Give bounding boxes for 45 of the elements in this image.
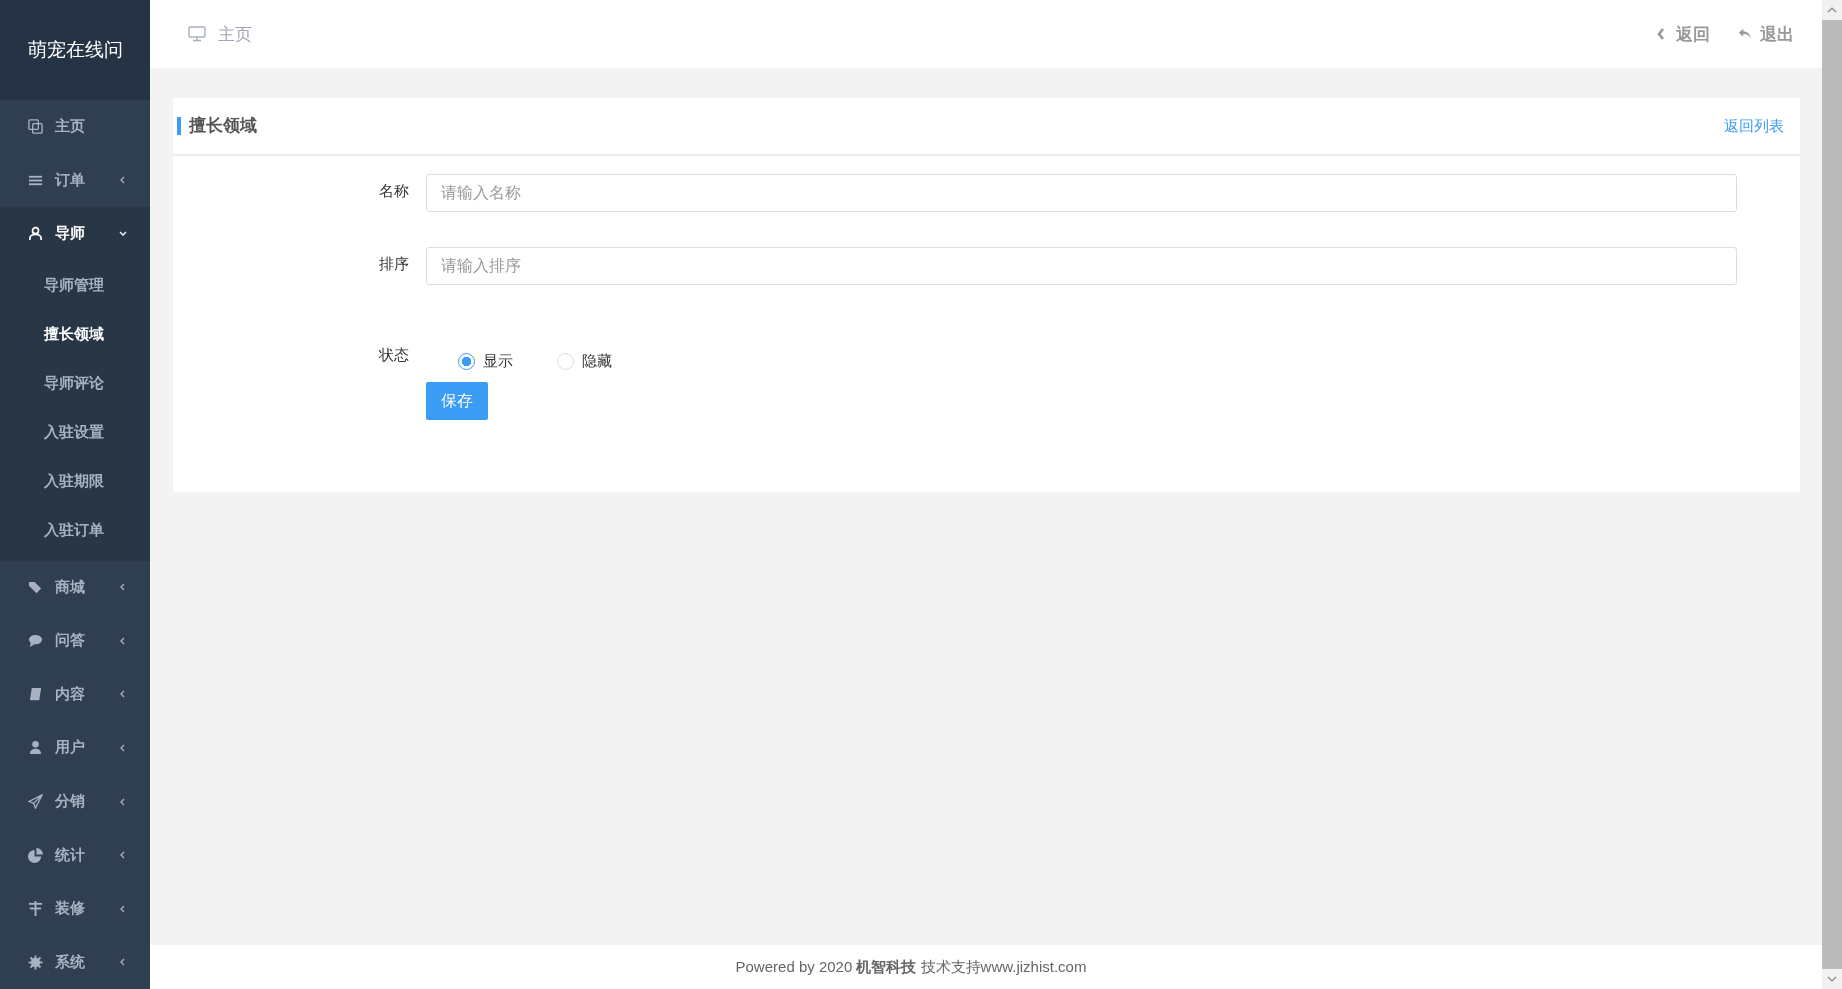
field-label: 排序: [378, 255, 410, 274]
sidebar-item[interactable]: 导师: [0, 207, 150, 261]
sidebar-item[interactable]: 商城: [0, 560, 150, 615]
app-logo-text: 萌宠在线问: [0, 0, 150, 100]
sign-icon: [28, 901, 43, 917]
copy-icon: [28, 119, 43, 135]
sidebar-subitem[interactable]: 入驻设置: [0, 407, 150, 457]
monitor-icon: [188, 26, 206, 42]
chat-icon: [28, 633, 43, 649]
radio-option[interactable]: 显示: [458, 351, 513, 371]
radio-option[interactable]: 隐藏: [557, 351, 612, 371]
save-button[interactable]: 保存: [426, 382, 488, 420]
sidebar-item[interactable]: 装修: [0, 881, 150, 936]
sidebar-item[interactable]: 主页: [0, 99, 150, 154]
sidebar-item[interactable]: 系统: [0, 935, 150, 989]
sidebar-item[interactable]: 统计: [0, 828, 150, 882]
field-label: 名称: [378, 182, 410, 201]
radio-button[interactable]: [458, 352, 475, 370]
sidebar-subitem[interactable]: 入驻期限: [0, 456, 150, 506]
sidebar-subitem[interactable]: 擅长领域: [0, 309, 150, 359]
input-field[interactable]: 请输入排序: [426, 247, 1737, 285]
card-title: 擅长领域: [177, 117, 257, 135]
footer-text: Powered by 2020 机智科技 技术支持www.jizhist.com: [735, 957, 1087, 977]
book-icon: [28, 686, 43, 702]
scrollbar[interactable]: [1822, 0, 1842, 989]
user-icon: [28, 740, 43, 756]
sidebar-item[interactable]: 用户: [0, 721, 150, 775]
field-label: 状态: [378, 345, 410, 365]
sidebar-item[interactable]: 分销: [0, 774, 150, 829]
plane-icon: [28, 794, 43, 809]
sidebar-subitem[interactable]: 导师评论: [0, 358, 150, 408]
person-icon: [28, 226, 43, 242]
back-to-list-link[interactable]: 返回列表: [1724, 116, 1784, 136]
sidebar-item[interactable]: 内容: [0, 667, 150, 722]
sidebar-item[interactable]: 问答: [0, 614, 150, 668]
input-field[interactable]: 请输入名称: [426, 174, 1737, 212]
tags-icon: [28, 579, 43, 595]
reply-arrow-icon: [1738, 27, 1752, 41]
sidebar-item[interactable]: 订单: [0, 153, 150, 207]
sidebar-subitem[interactable]: 导师管理: [0, 260, 150, 310]
sidebar-subitem[interactable]: 入驻订单: [0, 505, 150, 555]
logout-button[interactable]: 退出: [1738, 22, 1794, 46]
pie-icon: [28, 847, 43, 863]
back-button[interactable]: 返回: [1654, 22, 1710, 46]
gear-icon: [28, 954, 43, 970]
